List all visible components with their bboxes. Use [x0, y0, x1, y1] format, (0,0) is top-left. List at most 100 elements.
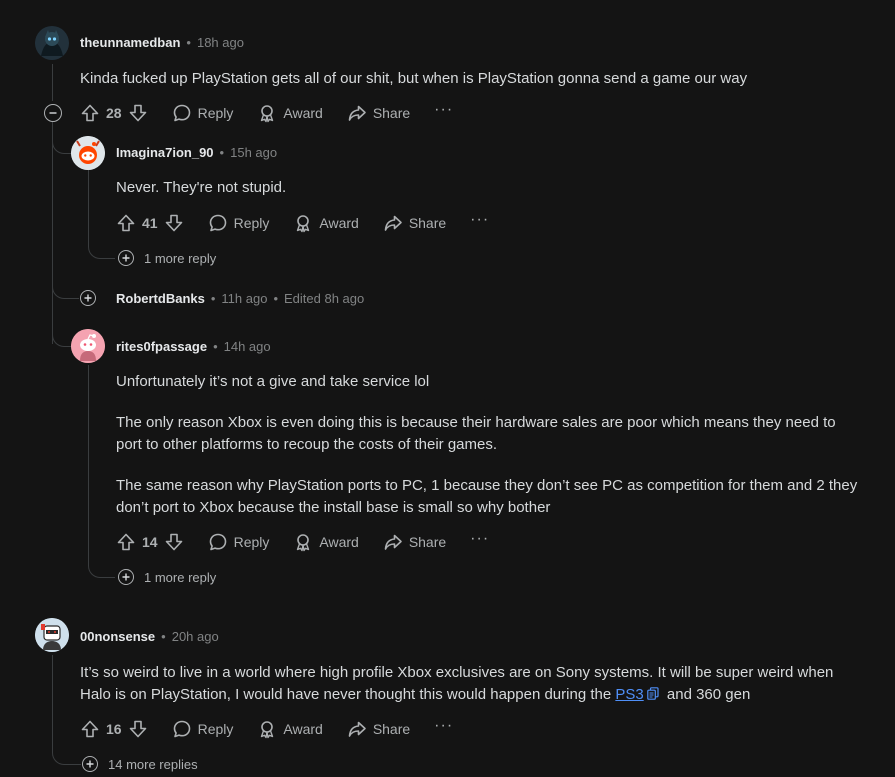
reply-label: Reply [197, 721, 234, 737]
reply-button[interactable]: Reply [172, 719, 234, 739]
separator-dot: • [210, 291, 216, 306]
timestamp[interactable]: 18h ago [197, 35, 244, 50]
vote-count: 41 [142, 215, 158, 231]
more-replies-link[interactable]: 1 more reply [144, 570, 216, 585]
share-label: Share [408, 534, 447, 550]
downvote-icon[interactable] [128, 103, 148, 123]
share-button[interactable]: Share [347, 719, 410, 739]
expand-replies-button[interactable] [82, 756, 98, 772]
reply-icon [172, 719, 192, 739]
expand-replies-button[interactable] [118, 250, 134, 266]
award-button[interactable]: Award [257, 103, 323, 123]
avatar[interactable] [35, 26, 69, 60]
search-link[interactable]: PS3 [615, 686, 643, 703]
vote-group: 28 [80, 103, 148, 123]
thread-branch-imagina [52, 133, 73, 154]
username[interactable]: RobertdBanks [116, 291, 205, 306]
downvote-icon[interactable] [128, 719, 148, 739]
avatar[interactable] [71, 329, 105, 363]
comment-paragraph: It’s so weird to live in a world where h… [80, 662, 850, 706]
comment-body: Unfortunately it’s not a give and take s… [116, 371, 861, 538]
award-button[interactable]: Award [293, 532, 359, 552]
more-replies-link[interactable]: 1 more reply [144, 251, 216, 266]
reply-icon [208, 213, 228, 233]
more-replies-link[interactable]: 14 more replies [108, 757, 198, 772]
plus-icon [120, 252, 132, 264]
timestamp[interactable]: 15h ago [230, 145, 277, 160]
avatar-image [35, 26, 69, 60]
vote-count: 14 [142, 534, 158, 550]
thread-line-rites [88, 365, 89, 559]
thread-line-imagina [88, 170, 89, 240]
copy-icon[interactable] [646, 687, 659, 700]
downvote-icon[interactable] [164, 213, 184, 233]
share-label: Share [372, 721, 411, 737]
vote-group: 14 [116, 532, 184, 552]
thread-line-nonsense [52, 655, 53, 747]
downvote-icon[interactable] [164, 532, 184, 552]
award-label: Award [283, 105, 323, 121]
comment-actions: 16 Reply Award Share ··· [80, 717, 453, 741]
reply-label: Reply [233, 215, 270, 231]
collapse-button[interactable] [44, 104, 62, 122]
share-button[interactable]: Share [347, 103, 410, 123]
share-icon [347, 103, 367, 123]
timestamp[interactable]: 20h ago [172, 629, 219, 644]
award-icon [257, 103, 277, 123]
timestamp[interactable]: 14h ago [224, 339, 271, 354]
minus-icon [47, 107, 59, 119]
thread-line-main [52, 64, 53, 101]
comment-paragraph: The same reason why PlayStation ports to… [116, 477, 858, 516]
thread-branch-imagina-more [88, 240, 115, 259]
share-button[interactable]: Share [383, 213, 446, 233]
avatar[interactable] [35, 618, 69, 652]
reply-button[interactable]: Reply [208, 213, 270, 233]
reply-icon [172, 103, 192, 123]
reply-button[interactable]: Reply [172, 103, 234, 123]
plus-icon [120, 571, 132, 583]
username[interactable]: rites0fpassage [116, 339, 207, 354]
expand-replies-button[interactable] [118, 569, 134, 585]
comment-meta: theunnamedban • 18h ago [80, 35, 244, 50]
thread-branch-nonsense-more [52, 747, 81, 765]
plus-icon [82, 292, 94, 304]
comment-actions: 41 Reply Award Share ··· [116, 211, 489, 235]
thread-branch-rites-more [88, 559, 115, 578]
edited-label: Edited 8h ago [284, 291, 365, 306]
vote-count: 16 [106, 721, 122, 737]
plus-icon [84, 758, 96, 770]
avatar-image [71, 136, 105, 170]
comment-paragraph: Kinda fucked up PlayStation gets all of … [80, 70, 748, 87]
reply-icon [208, 532, 228, 552]
more-options-button[interactable]: ··· [434, 717, 453, 735]
expand-comment-button[interactable] [80, 290, 96, 306]
upvote-icon[interactable] [116, 532, 136, 552]
award-button[interactable]: Award [293, 213, 359, 233]
vote-group: 16 [80, 719, 148, 739]
upvote-icon[interactable] [116, 213, 136, 233]
vote-group: 41 [116, 213, 184, 233]
more-options-button[interactable]: ··· [470, 211, 489, 229]
comment-paragraph: Never. They're not stupid. [116, 179, 287, 196]
share-button[interactable]: Share [383, 532, 446, 552]
upvote-icon[interactable] [80, 103, 100, 123]
thread-branch-rites [52, 326, 73, 347]
award-button[interactable]: Award [257, 719, 323, 739]
comment-meta: RobertdBanks • 11h ago • Edited 8h ago [116, 291, 364, 306]
timestamp[interactable]: 11h ago [221, 291, 267, 306]
avatar[interactable] [71, 136, 105, 170]
avatar-image [35, 618, 69, 652]
separator-dot: • [273, 291, 279, 306]
username[interactable]: Imagina7ion_90 [116, 145, 214, 160]
more-options-button[interactable]: ··· [434, 101, 453, 119]
username[interactable]: 00nonsense [80, 629, 155, 644]
separator-dot: • [219, 145, 225, 160]
upvote-icon[interactable] [80, 719, 100, 739]
more-options-button[interactable]: ··· [470, 530, 489, 548]
username[interactable]: theunnamedban [80, 35, 180, 50]
award-label: Award [283, 721, 323, 737]
share-icon [383, 532, 403, 552]
reply-button[interactable]: Reply [208, 532, 269, 552]
comment-paragraph: The only reason Xbox is even doing this … [116, 414, 836, 453]
reply-label: Reply [197, 105, 234, 121]
